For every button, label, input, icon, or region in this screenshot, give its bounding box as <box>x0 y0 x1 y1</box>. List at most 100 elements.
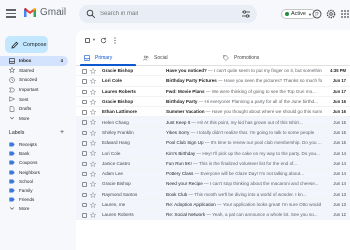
label-item-friends[interactable]: Friends <box>0 195 70 204</box>
row-checkbox[interactable] <box>82 151 87 156</box>
search-input[interactable] <box>100 5 240 23</box>
email-snippet: Fun Run 5K! — This is the finalized volu… <box>166 161 322 166</box>
sidebar-item-more[interactable]: More <box>0 114 70 124</box>
select-options-chevron-icon[interactable]: ▼ <box>92 37 96 42</box>
tab-label: Social <box>154 55 168 61</box>
label-item-neighbors[interactable]: Neighbors <box>0 168 70 177</box>
sidebar-item-inbox[interactable]: Inbox 4 <box>0 56 68 66</box>
sidebar-item-label: Snoozed <box>19 77 38 83</box>
select-all-checkbox[interactable] <box>85 38 90 43</box>
sidebar-item-snoozed[interactable]: Snoozed <box>0 75 70 85</box>
star-icon[interactable] <box>90 212 96 219</box>
row-checkbox[interactable] <box>82 120 87 125</box>
row-checkbox[interactable] <box>82 213 87 218</box>
tab-social[interactable]: Social <box>143 50 168 66</box>
row-checkbox[interactable] <box>82 202 87 208</box>
mail-list-panel: ▼ Primary Social Promotions Gracie Bisho… <box>76 30 350 250</box>
star-icon[interactable] <box>90 109 96 116</box>
email-row[interactable]: Lauren, me Re: Adoption Application — You… <box>76 199 350 211</box>
label-item-coupons[interactable]: Coupons <box>0 158 70 167</box>
compose-button[interactable]: Compose <box>5 36 48 53</box>
email-row[interactable]: Lori Cole Kim's Birthday — Hey! I'll pick… <box>76 148 350 159</box>
row-checkbox[interactable] <box>82 141 87 146</box>
star-icon[interactable] <box>90 201 96 208</box>
label-item-receipts[interactable]: Receipts <box>0 140 70 149</box>
email-snippet: Re: Social Network — Yeah, a pal can ann… <box>166 212 322 217</box>
status-dropdown[interactable]: Active ▼ <box>281 9 316 19</box>
email-row[interactable]: Edward Hang Pool Club Sign Up — It's time… <box>76 138 350 149</box>
star-icon[interactable] <box>90 150 96 157</box>
sidebar-item-important[interactable]: Important <box>0 85 70 95</box>
star-icon[interactable] <box>90 181 96 188</box>
settings-gear-icon[interactable] <box>326 9 336 19</box>
email-row[interactable]: Lauren Roberts Re: Social Network — Yeah,… <box>76 210 350 221</box>
email-subject: Just Keep It <box>166 119 191 125</box>
label-tag-icon <box>9 188 15 193</box>
email-row[interactable]: Adam Lee Pottery Class — Everyone will be… <box>76 168 350 180</box>
email-snippet: Need your Recipe — I can't stop thinking… <box>166 181 322 186</box>
sidebar-item-drafts[interactable]: Drafts <box>0 104 70 114</box>
star-icon[interactable] <box>90 140 96 147</box>
label-tag-icon <box>9 142 15 147</box>
email-row[interactable]: Janice Castro Fun Run 5K! — This is the f… <box>76 158 350 169</box>
label-item-family[interactable]: Family <box>0 186 70 195</box>
label-item-school[interactable]: School <box>0 177 70 186</box>
email-sender: Janice Castro <box>102 160 131 166</box>
row-checkbox[interactable] <box>82 89 87 95</box>
star-icon[interactable] <box>90 160 96 167</box>
row-checkbox[interactable] <box>82 69 87 74</box>
email-row[interactable]: Raymond Santos Book Club — This month we'… <box>76 189 350 200</box>
star-icon[interactable] <box>90 170 96 177</box>
label-name: Coupons <box>19 160 38 166</box>
row-checkbox[interactable] <box>82 99 87 105</box>
star-icon[interactable] <box>90 88 96 95</box>
email-date: Jun 14 <box>333 181 346 187</box>
star-icon[interactable] <box>90 68 96 74</box>
email-row[interactable]: Lauren Roberts Fwd: Movie Plans — We were… <box>76 86 350 97</box>
row-checkbox[interactable] <box>82 110 87 115</box>
google-apps-icon[interactable] <box>340 9 350 19</box>
search-bar[interactable] <box>79 5 257 23</box>
search-options-icon[interactable] <box>241 9 251 19</box>
refresh-icon[interactable] <box>100 37 107 44</box>
sidebar-item-sent[interactable]: Sent <box>0 94 70 104</box>
email-snippet: Birthday Party — Hi everyone! Planning a… <box>166 99 322 104</box>
tab-promotions[interactable]: Promotions <box>223 50 259 66</box>
email-row[interactable]: Gracie Bishop Need your Recipe — I can't … <box>76 179 350 190</box>
email-row[interactable]: Helen Chang Just Keep It — Hi! At this po… <box>76 117 350 128</box>
gmail-logo[interactable]: Gmail <box>23 7 66 18</box>
gmail-m-icon <box>24 8 36 17</box>
email-sender: Lori Cole <box>102 150 121 156</box>
email-snippet: Birthday Party Pictures — Have you seen … <box>166 78 322 83</box>
email-row[interactable]: Ethan Lattimore Summer Vacation — Have yo… <box>76 107 350 118</box>
row-checkbox[interactable] <box>82 171 87 177</box>
search-icon[interactable] <box>86 9 96 19</box>
label-item-bank[interactable]: Bank <box>0 149 70 158</box>
row-checkbox[interactable] <box>82 161 87 167</box>
email-subject: Have you noticed? <box>166 68 207 74</box>
more-vert-icon[interactable] <box>114 37 116 44</box>
pencil-icon <box>11 41 19 49</box>
row-checkbox[interactable] <box>82 130 87 136</box>
row-checkbox[interactable] <box>82 79 87 84</box>
star-icon[interactable] <box>90 119 96 126</box>
row-checkbox[interactable] <box>82 182 87 187</box>
email-row[interactable]: Shirley Franklin Yikes Sorry — I totally … <box>76 127 350 139</box>
sidebar-item-starred[interactable]: Starred <box>0 66 70 76</box>
star-icon[interactable] <box>90 129 96 136</box>
label-tag-icon <box>9 151 15 156</box>
row-checkbox[interactable] <box>82 192 87 198</box>
main-menu-icon[interactable] <box>6 9 16 19</box>
email-row[interactable]: Lori Cole Birthday Party Pictures — Have … <box>76 76 350 87</box>
top-bar: Gmail Active ▼ ? <box>0 0 350 28</box>
help-icon[interactable]: ? <box>312 9 322 19</box>
label-name: More <box>19 206 30 212</box>
star-icon[interactable] <box>90 191 96 198</box>
star-icon[interactable] <box>90 78 96 85</box>
email-row[interactable]: Gracie Bishop Birthday Party — Hi everyon… <box>76 96 350 108</box>
email-row[interactable]: Gracie Bishop Have you noticed? — I can't… <box>76 66 350 77</box>
email-preview: — This is the finalized volunteer list f… <box>191 160 298 166</box>
add-label-plus-icon[interactable]: + <box>60 129 64 136</box>
star-icon[interactable] <box>90 98 96 105</box>
label-item-more[interactable]: More <box>0 204 70 213</box>
